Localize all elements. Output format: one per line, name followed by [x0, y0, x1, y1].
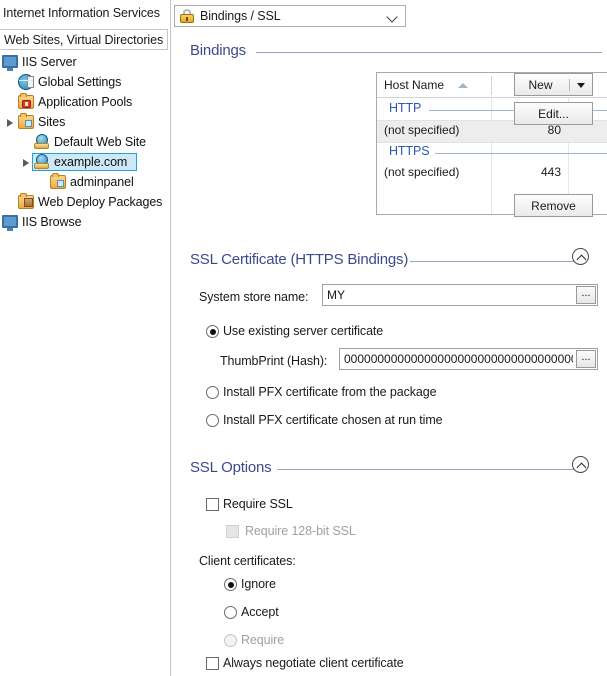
sites-folder-icon [18, 113, 34, 129]
ssl-options-section-title: SSL Options [190, 459, 272, 476]
radio-client-cert-require [224, 634, 237, 647]
iis-tree-panel: Internet Information Services Web Sites,… [0, 0, 170, 676]
binding-ip: * [568, 165, 607, 179]
thumbprint-value: 0000000000000000000000000000000000000000 [344, 352, 573, 366]
tree-item-adminpanel[interactable]: adminpanel [0, 172, 170, 192]
checkbox-always-negotiate-label: Always negotiate client certificate [223, 656, 404, 670]
radio-use-existing-certificate-label: Use existing server certificate [223, 324, 384, 338]
application-pool-icon [18, 93, 34, 109]
radio-install-pfx-at-runtime[interactable] [206, 414, 219, 427]
iis-tree: IIS Server Global Settings Application Poo… [0, 52, 170, 232]
checkbox-require-128-bit-ssl [226, 525, 239, 538]
edit-binding-label: Edit... [538, 106, 569, 121]
iis-bindings-ssl-page: Internet Information Services Web Sites,… [0, 0, 607, 676]
settings-panel: Bindings / SSL Bindings Host Name Port I… [170, 0, 607, 676]
radio-install-pfx-from-package[interactable] [206, 386, 219, 399]
new-binding-button[interactable]: New [514, 73, 593, 96]
ssl-certificate-section-header: SSL Certificate (HTTPS Bindings) [190, 251, 602, 271]
tree-expander-icon[interactable] [6, 112, 16, 132]
radio-install-pfx-from-package-label: Install PFX certificate from the package [223, 385, 437, 399]
radio-client-cert-ignore[interactable] [224, 578, 237, 591]
chevron-down-icon[interactable] [577, 83, 585, 88]
radio-client-cert-accept[interactable] [224, 606, 237, 619]
thumbprint-input[interactable]: 0000000000000000000000000000000000000000… [339, 348, 598, 370]
checkbox-require-ssl[interactable] [206, 498, 219, 511]
bindings-section-title: Bindings [190, 42, 246, 59]
monitor-icon [2, 215, 18, 231]
tree-item-web-deploy-packages[interactable]: Web Deploy Packages [0, 192, 170, 212]
client-certificates-label: Client certificates: [199, 554, 296, 568]
globe-document-icon [18, 74, 34, 90]
tree-item-iis-browse[interactable]: IIS Browse [0, 212, 170, 232]
package-icon [18, 193, 34, 209]
binding-group-https: HTTPS [377, 142, 607, 163]
tree-item-label: Web Deploy Packages [38, 195, 163, 209]
section-divider [256, 52, 602, 53]
binding-group-label: HTTPS [389, 144, 430, 158]
tree-item-label: IIS Server [22, 55, 77, 69]
radio-client-cert-accept-label: Accept [241, 605, 279, 619]
page-select-dropdown[interactable]: Bindings / SSL [174, 5, 406, 27]
bindings-section-header: Bindings [190, 42, 602, 62]
remove-binding-label: Remove [531, 198, 576, 213]
new-binding-label: New [528, 77, 553, 92]
virtual-directory-icon [50, 173, 66, 189]
tree-item-default-web-site[interactable]: Default Web Site [0, 132, 170, 152]
web-site-icon [34, 154, 50, 170]
page-select-value: Bindings / SSL [200, 9, 281, 23]
column-header-host-name[interactable]: Host Name [384, 73, 444, 97]
panel-subtitle-box: Web Sites, Virtual Directories [0, 29, 168, 50]
system-store-name-value: MY [327, 288, 345, 302]
radio-install-pfx-at-runtime-label: Install PFX certificate chosen at run ti… [223, 413, 443, 427]
binding-group-label: HTTP [389, 101, 422, 115]
tree-item-label: Default Web Site [54, 135, 146, 149]
thumbprint-label: ThumbPrint (Hash): [220, 354, 328, 368]
system-store-name-label: System store name: [199, 290, 309, 304]
tree-item-example-com[interactable]: example.com [0, 152, 170, 172]
panel-title: Internet Information Services [3, 6, 160, 20]
binding-ip: * [568, 123, 607, 137]
tree-item-label: adminpanel [70, 175, 134, 189]
tree-item-label: Application Pools [38, 95, 133, 109]
sort-ascending-icon [458, 83, 468, 88]
table-row[interactable]: (not specified) 443 * [377, 163, 607, 184]
tree-item-global-settings[interactable]: Global Settings [0, 72, 170, 92]
ssl-certificate-section-title: SSL Certificate (HTTPS Bindings) [190, 251, 409, 268]
binding-port: 443 [540, 165, 561, 179]
system-store-browse-button[interactable]: ... [576, 286, 596, 304]
tree-item-iis-server[interactable]: IIS Server [0, 52, 170, 72]
tree-item-label: example.com [54, 155, 128, 169]
radio-client-cert-ignore-label: Ignore [241, 577, 276, 591]
section-divider [410, 261, 580, 262]
chevron-down-icon [388, 13, 397, 22]
radio-use-existing-certificate[interactable] [206, 325, 219, 338]
lock-icon [180, 9, 194, 23]
chevron-up-circle-icon[interactable] [572, 248, 589, 265]
thumbprint-browse-button[interactable]: ... [576, 350, 596, 368]
tree-expander-icon[interactable] [22, 152, 32, 172]
checkbox-require-ssl-label: Require SSL [223, 497, 293, 511]
tree-item-application-pools[interactable]: Application Pools [0, 92, 170, 112]
ssl-options-section-header: SSL Options [190, 459, 602, 479]
binding-host-name: (not specified) [384, 165, 460, 179]
tree-item-label: Global Settings [38, 75, 122, 89]
remove-binding-button[interactable]: Remove [514, 194, 593, 217]
tree-item-label: IIS Browse [22, 215, 82, 229]
system-store-name-input[interactable]: MY ... [322, 284, 598, 306]
tree-item-sites[interactable]: Sites [0, 112, 170, 132]
edit-binding-button[interactable]: Edit... [514, 102, 593, 125]
checkbox-require-128-bit-ssl-label: Require 128-bit SSL [245, 524, 356, 538]
monitor-icon [2, 55, 18, 71]
web-site-icon [34, 134, 50, 150]
section-divider [277, 469, 580, 470]
chevron-up-circle-icon[interactable] [572, 456, 589, 473]
binding-port: 80 [547, 123, 561, 137]
tree-item-label: Sites [38, 115, 66, 129]
panel-subtitle: Web Sites, Virtual Directories [4, 33, 164, 47]
checkbox-always-negotiate[interactable] [206, 657, 219, 670]
button-separator [569, 79, 570, 91]
binding-host-name: (not specified) [384, 123, 460, 137]
radio-client-cert-require-label: Require [241, 633, 285, 647]
